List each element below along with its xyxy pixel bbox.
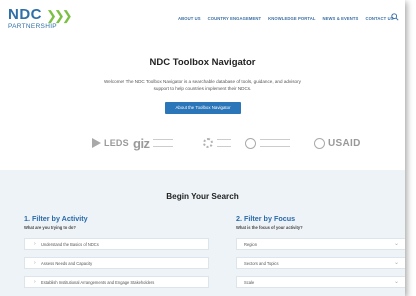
chevron-down-icon: ⌄ (393, 260, 399, 266)
activity-item-label: Understand the Basics of NDCs (41, 242, 99, 247)
activity-item-institutional-arrangements[interactable]: › Establish Institutional Arrangements a… (24, 276, 209, 288)
wri-dots-icon (203, 138, 213, 148)
site-header: NDC ❯❯❯ PARTNERSHIP ABOUT US COUNTRY ENG… (0, 0, 405, 40)
search-title: Begin Your Search (166, 192, 239, 201)
nav-knowledge-portal[interactable]: KNOWLEDGE PORTAL (268, 16, 315, 21)
unfccc-logo-subtext (260, 139, 290, 147)
chevron-down-icon: ⌄ (393, 279, 399, 285)
scale-select-label: Scale (244, 280, 255, 285)
usaid-logo-text: USAID (328, 137, 361, 149)
sectors-topics-select-label: Sectors and Topics (244, 261, 279, 266)
wri-logo-subtext (217, 139, 231, 147)
activity-item-label: Assess Needs and Capacity (41, 261, 93, 266)
filter-focus-title: 2. Filter by Focus (236, 214, 296, 223)
wri-logo (203, 130, 231, 156)
usaid-seal-icon (314, 137, 325, 149)
nav-country-engagement[interactable]: COUNTRY ENGAGEMENT (208, 16, 261, 21)
region-select-label: Region (244, 242, 257, 247)
nav-about-us[interactable]: ABOUT US (178, 16, 201, 21)
page-title: NDC Toolbox Navigator (149, 57, 256, 68)
chevron-right-icon: › (34, 279, 36, 285)
region-select[interactable]: Region ⌄ (236, 238, 405, 250)
filter-activity-title: 1. Filter by Activity (24, 214, 88, 223)
activity-item-assess-needs[interactable]: › Assess Needs and Capacity (24, 257, 209, 269)
search-icon[interactable] (391, 13, 399, 21)
logo-chevrons-icon: ❯❯❯ (46, 8, 73, 23)
usaid-logo: USAID (314, 130, 361, 156)
unfccc-logo (245, 130, 290, 156)
activity-item-label: Establish Institutional Arrangements and… (41, 280, 155, 285)
filter-focus-subtitle: What is the focus of your activity? (236, 225, 303, 230)
leds-logo: LEDS (92, 130, 129, 156)
search-section: Begin Your Search 1. Filter by Activity … (0, 170, 405, 296)
filter-activity-subtitle: What are you trying to do? (24, 225, 76, 230)
leds-logo-text: LEDS (104, 138, 129, 148)
about-toolbox-button[interactable]: About the Toolbox Navigator (165, 102, 241, 114)
chevron-right-icon: › (34, 241, 36, 247)
scale-select[interactable]: Scale ⌄ (236, 276, 405, 288)
browser-window: NDC ❯❯❯ PARTNERSHIP ABOUT US COUNTRY ENG… (0, 0, 405, 296)
leds-triangle-icon (92, 138, 101, 148)
giz-logo: giz (133, 130, 173, 156)
unfccc-circle-icon (245, 137, 256, 149)
logo-partnership-text: PARTNERSHIP (8, 23, 57, 30)
activity-item-understand-basics[interactable]: › Understand the Basics of NDCs (24, 238, 209, 250)
nav-news-events[interactable]: NEWS & EVENTS (322, 16, 358, 21)
chevron-right-icon: › (34, 260, 36, 266)
sectors-topics-select[interactable]: Sectors and Topics ⌄ (236, 257, 405, 269)
main-nav: ABOUT US COUNTRY ENGAGEMENT KNOWLEDGE PO… (178, 16, 394, 21)
chevron-down-icon: ⌄ (393, 241, 399, 247)
intro-text: Welcome! The NDC Toolbox Navigator is a … (104, 79, 301, 91)
giz-logo-subtext (152, 139, 173, 147)
ndc-partnership-logo[interactable]: NDC ❯❯❯ PARTNERSHIP (8, 7, 78, 35)
giz-logo-text: giz (133, 135, 150, 151)
nav-contact-us[interactable]: CONTACT US (365, 16, 393, 21)
partner-logos: LEDS giz USAID (0, 130, 405, 156)
